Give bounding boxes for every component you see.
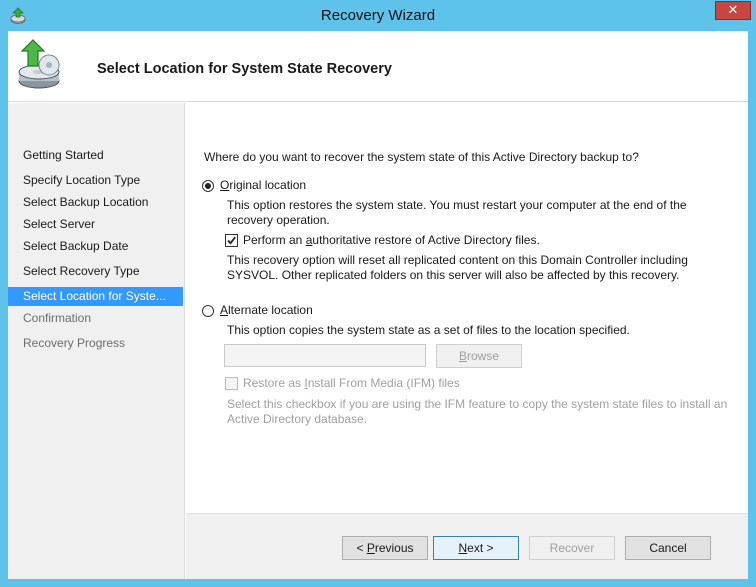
mnemonic: O <box>220 178 230 192</box>
ifm-description-1: Select this checkbox if you are using th… <box>227 397 728 411</box>
step-select-backup-location: Select Backup Location <box>23 195 149 209</box>
label-rest: revious <box>374 541 414 555</box>
close-icon: ✕ <box>727 3 739 18</box>
alternate-location-description: This option copies the system state as a… <box>227 323 630 337</box>
window-title: Recovery Wizard <box>320 7 436 24</box>
wizard-header: Select Location for System State Recover… <box>8 31 748 102</box>
label-rest: lternate location <box>228 303 313 317</box>
original-location-label[interactable]: Original location <box>220 178 306 193</box>
authoritative-restore-label[interactable]: Perform an authoritative restore of Acti… <box>243 233 540 248</box>
original-location-radio[interactable] <box>202 180 214 192</box>
radio-selected-dot <box>205 183 211 189</box>
label-rest: ext > <box>467 541 494 555</box>
question-text: Where do you want to recover the system … <box>204 150 639 164</box>
alternate-location-radio[interactable] <box>202 305 214 317</box>
alternate-location-label[interactable]: Alternate location <box>220 303 313 318</box>
step-select-server: Select Server <box>23 217 96 231</box>
step-recovery-progress: Recovery Progress <box>23 336 126 350</box>
original-location-description-2: recovery operation. <box>227 213 330 227</box>
step-select-recovery-type: Select Recovery Type <box>23 264 140 278</box>
label-pre: Restore as <box>243 376 305 390</box>
system-state-recovery-icon <box>18 39 60 89</box>
step-confirmation: Confirmation <box>23 311 92 325</box>
ifm-label[interactable]: Restore as Install From Media (IFM) file… <box>243 376 460 391</box>
original-location-description-1: This option restores the system state. Y… <box>227 198 687 212</box>
label-post: uthoritative restore of Active Directory… <box>312 233 540 247</box>
label-pre: Perform an <box>243 233 306 247</box>
wizard-footer: < Previous Next > Recover Cancel <box>186 513 748 579</box>
next-button[interactable]: Next > <box>433 536 519 560</box>
label-post: nstall From Media (IFM) files <box>307 376 460 390</box>
close-button[interactable]: ✕ <box>715 1 751 20</box>
authoritative-restore-description-1: This recovery option will reset all repl… <box>227 253 688 267</box>
label-rest: rowse <box>467 349 500 363</box>
page-title: Select Location for System State Recover… <box>97 61 392 77</box>
checkmark-icon <box>227 236 236 245</box>
recover-button[interactable]: Recover <box>529 536 615 560</box>
mnemonic: B <box>458 349 467 363</box>
title-bar[interactable]: Recovery Wizard ✕ <box>0 0 756 31</box>
alternate-path-input[interactable] <box>224 344 426 367</box>
step-getting-started: Getting Started <box>23 148 104 162</box>
ifm-description-2: Active Directory database. <box>227 412 368 426</box>
authoritative-restore-checkbox[interactable] <box>225 234 238 247</box>
step-specify-location-type: Specify Location Type <box>23 173 141 187</box>
label-pre: < <box>356 541 367 555</box>
mnemonic: N <box>458 541 468 555</box>
mnemonic: P <box>366 541 375 555</box>
wizard-client-area: Select Location for System State Recover… <box>8 31 748 579</box>
browse-button[interactable]: Browse <box>436 344 522 368</box>
wizard-content: Where do you want to recover the system … <box>186 103 748 513</box>
step-select-location-current: Select Location for Syste... <box>8 287 183 306</box>
step-select-backup-date: Select Backup Date <box>23 239 129 253</box>
wizard-steps-sidebar: Getting Started Specify Location Type Se… <box>8 103 185 579</box>
previous-button[interactable]: < Previous <box>342 536 428 560</box>
recovery-wizard-window: Recovery Wizard ✕ Select Location for Sy… <box>0 0 756 587</box>
ifm-checkbox[interactable] <box>225 377 238 390</box>
label-rest: riginal location <box>229 178 307 192</box>
cancel-button[interactable]: Cancel <box>625 536 711 560</box>
authoritative-restore-description-2: SYSVOL. Other replicated folders on this… <box>227 268 680 282</box>
mnemonic: A <box>220 303 229 317</box>
